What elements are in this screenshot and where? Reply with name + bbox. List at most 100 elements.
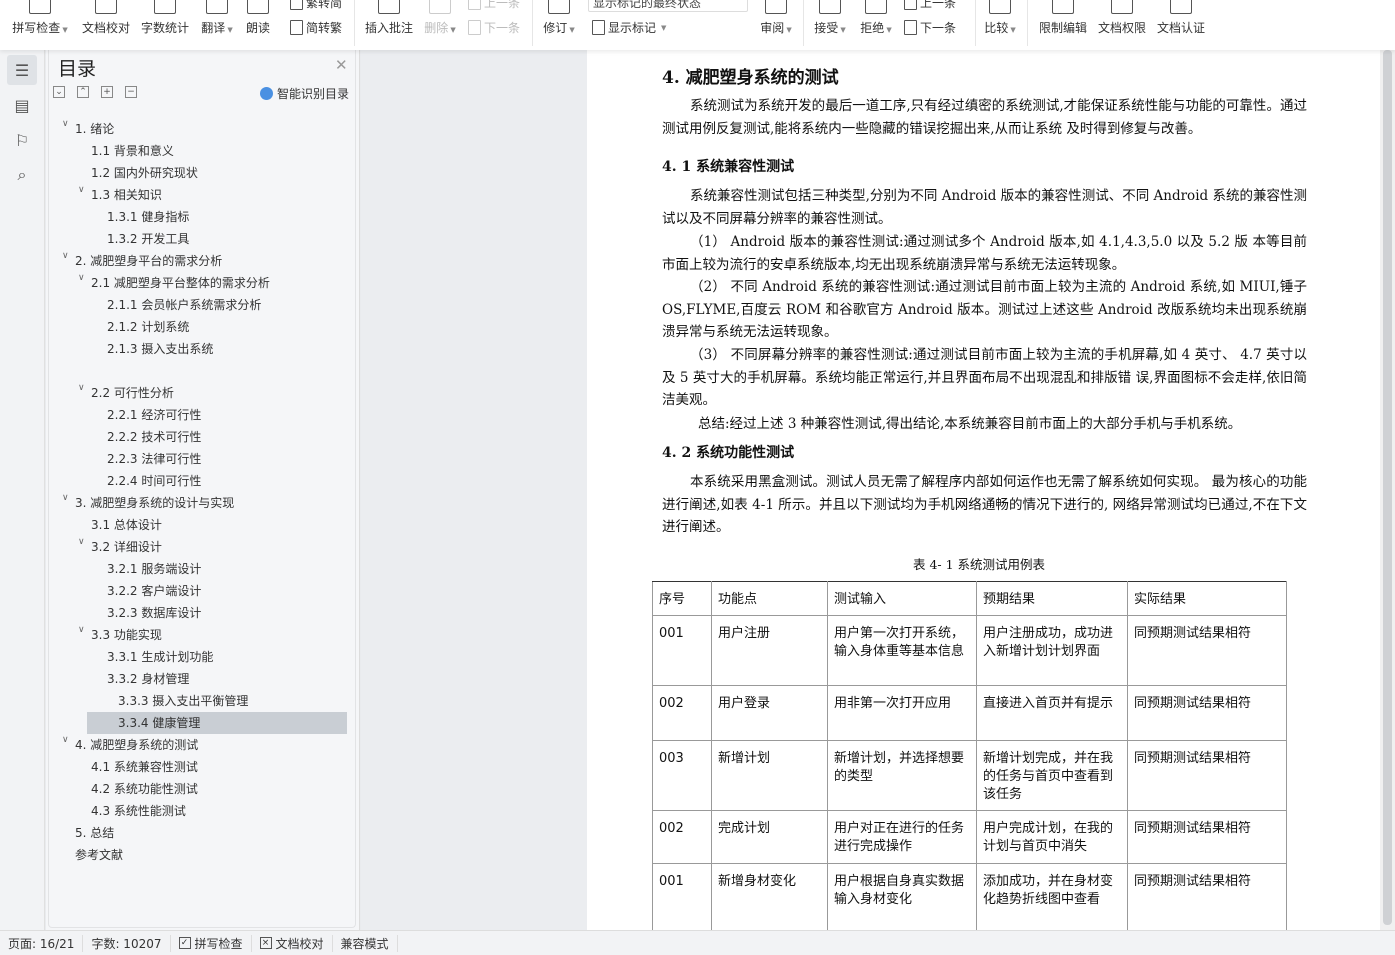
chevron-down-icon[interactable]: ∨ — [62, 251, 72, 261]
reject-button[interactable]: 拒绝▼ — [858, 0, 894, 50]
toc-item[interactable]: 2.2.2 技术可行性 — [107, 426, 201, 448]
revise-button[interactable]: 修订▼ — [540, 0, 578, 50]
table-cell: 新增计划，并选择想要的类型 — [828, 741, 977, 811]
table-cell: 测试输入 — [828, 582, 977, 616]
toc-item[interactable]: 4.3 系统性能测试 — [91, 800, 186, 822]
word-count-button[interactable]: 字数统计 — [140, 0, 190, 50]
table-row: 001用户注册用户第一次打开系统，输入身体重等基本信息用户注册成功，成功进入新增… — [653, 616, 1287, 686]
trad-to-simp-button[interactable]: 繁转简 — [290, 0, 342, 11]
delete-comment-button[interactable]: 删除▼ — [422, 0, 458, 50]
table-cell: 预期结果 — [977, 582, 1128, 616]
toc-item[interactable]: 2.2.3 法律可行性 — [107, 448, 201, 470]
toc-item[interactable]: 1. 绪论 — [75, 118, 114, 140]
read-aloud-icon — [247, 0, 269, 14]
chevron-down-icon[interactable]: ∨ — [78, 185, 88, 195]
toc-item-label: 1.3.2 开发工具 — [107, 232, 189, 246]
toc-item[interactable]: 4.2 系统功能性测试 — [91, 778, 198, 800]
toc-item[interactable]: 1.1 背景和意义 — [91, 140, 174, 162]
toc-item[interactable]: 1.3.1 健身指标 — [107, 206, 189, 228]
search-icon[interactable]: ⌕ — [7, 160, 37, 190]
chapter-icon[interactable]: ▤ — [7, 90, 37, 120]
chevron-up-icon[interactable]: ⌃ — [77, 86, 89, 98]
toc-item[interactable]: 1.2 国内外研究现状 — [91, 162, 198, 184]
prev-comment-button[interactable]: 上一条 — [468, 0, 520, 11]
document-page: 4. 减肥塑身系统的测试 系统测试为系统开发的最后一道工序,只有经过缜密的系统测… — [587, 50, 1380, 930]
toc-item[interactable]: 3. 减肥塑身系统的设计与实现 — [75, 492, 234, 514]
simp-to-trad-button[interactable]: 简转繁 — [290, 19, 342, 36]
toc-item[interactable]: 2.2 可行性分析 — [91, 382, 174, 404]
toc-item[interactable]: 参考文献 — [75, 844, 123, 866]
toc-item[interactable]: 1.3 相关知识 — [91, 184, 162, 206]
toc-item[interactable]: 5. 总结 — [75, 822, 114, 844]
table-cell: 新增计划 — [712, 741, 828, 811]
smart-toc-button[interactable]: 智能识别目录 — [260, 85, 349, 102]
chevron-down-icon[interactable]: ∨ — [78, 537, 88, 547]
restrict-edit-button[interactable]: 限制编辑 — [1037, 0, 1089, 50]
page-indicator[interactable]: 页面: 16/21 — [0, 935, 83, 952]
prev-revision-button[interactable]: 上一条 — [904, 0, 956, 11]
chevron-down-icon[interactable]: ⌄ — [53, 86, 65, 98]
read-aloud-button[interactable]: 朗读 — [243, 0, 273, 50]
nav-rail: ☰ ▤ ⚐ ⌕ — [0, 50, 45, 930]
chevron-down-icon[interactable]: ∨ — [62, 119, 72, 129]
show-markup-button[interactable]: 显示标记▼ — [592, 19, 666, 36]
scrollbar-thumb[interactable] — [1383, 50, 1392, 925]
bookmark-icon[interactable]: ⚐ — [7, 125, 37, 155]
toc-item[interactable]: 3.2.2 客户端设计 — [107, 580, 201, 602]
chevron-down-icon[interactable]: ∨ — [78, 625, 88, 635]
expand-icon[interactable]: + — [101, 86, 113, 98]
toc-item-label: 3. 减肥塑身系统的设计与实现 — [75, 496, 234, 510]
toc-item[interactable]: 3.3.3 摄入支出平衡管理 — [118, 690, 248, 712]
toc-item[interactable]: 3.3.2 身材管理 — [107, 668, 189, 690]
compare-button[interactable]: 比较▼ — [982, 0, 1018, 50]
toc-item[interactable]: 3.3.4 健康管理 — [87, 712, 347, 734]
toc-item[interactable]: 3.2.3 数据库设计 — [107, 602, 201, 624]
toc-item[interactable]: 3.1 总体设计 — [91, 514, 162, 536]
toc-item-label: 3.3.4 健康管理 — [87, 716, 200, 730]
next-revision-button[interactable]: 下一条 — [904, 19, 956, 36]
toc-item[interactable]: 2.1.2 计划系统 — [107, 316, 189, 338]
toc-item[interactable]: 2.2.1 经济可行性 — [107, 404, 201, 426]
doc-cert-button[interactable]: 文档认证 — [1155, 0, 1207, 50]
toc-item[interactable]: 4. 减肥塑身系统的测试 — [75, 734, 198, 756]
toc-item[interactable]: 3.2 详细设计 — [91, 536, 162, 558]
toc-item[interactable]: 1.3.2 开发工具 — [107, 228, 189, 250]
toc-item-label: 3.2.2 客户端设计 — [107, 584, 201, 598]
toc-item[interactable]: 3.3 功能实现 — [91, 624, 162, 646]
next-comment-button[interactable]: 下一条 — [468, 19, 520, 36]
word-count[interactable]: 字数: 10207 — [83, 935, 170, 952]
toc-item[interactable]: 3.3.1 生成计划功能 — [107, 646, 213, 668]
spell-check-button[interactable]: 拼写检查▼ — [10, 0, 70, 50]
toc-item[interactable]: 2.1.3 摄入支出系统 — [107, 338, 213, 360]
translate-button[interactable]: 翻译▼ — [198, 0, 236, 50]
insert-comment-button[interactable]: 插入批注 — [364, 0, 414, 50]
toc-item[interactable]: 2.2.4 时间可行性 — [107, 470, 201, 492]
reject-icon — [865, 0, 887, 14]
status-spell-check[interactable]: ✓拼写检查 — [171, 935, 252, 952]
markup-mode-select[interactable]: 显示标记的最终状态 — [588, 0, 748, 12]
toc-item-label: 1.3 相关知识 — [91, 188, 162, 202]
toc-item[interactable]: 2.1.1 会员帐户系统需求分析 — [107, 294, 261, 316]
toc-item[interactable]: 2.1 减肥塑身平台整体的需求分析 — [91, 272, 270, 294]
collapse-icon[interactable]: − — [125, 86, 137, 98]
status-doc-proof[interactable]: ×文档校对 — [252, 935, 333, 952]
chevron-down-icon[interactable]: ∨ — [62, 735, 72, 745]
toc-item-label: 1.3.1 健身指标 — [107, 210, 189, 224]
chevron-down-icon[interactable]: ∨ — [78, 383, 88, 393]
chevron-down-icon[interactable]: ∨ — [78, 273, 88, 283]
compat-mode: 兼容模式 — [333, 935, 398, 952]
review-button[interactable]: 审阅▼ — [758, 0, 794, 50]
doc-proof-button[interactable]: 文档校对 — [80, 0, 132, 50]
toc-item[interactable]: 4.1 系统兼容性测试 — [91, 756, 198, 778]
vertical-scrollbar[interactable] — [1380, 50, 1395, 930]
toc-item[interactable]: 3.2.1 服务端设计 — [107, 558, 201, 580]
doc-permission-button[interactable]: 文档权限 — [1096, 0, 1148, 50]
close-icon[interactable]: ✕ — [335, 56, 348, 74]
toc-icon[interactable]: ☰ — [7, 55, 37, 85]
toc-item-label: 3.3.2 身材管理 — [107, 672, 189, 686]
toc-item[interactable]: 2. 减肥塑身平台的需求分析 — [75, 250, 222, 272]
accept-button[interactable]: 接受▼ — [812, 0, 848, 50]
table-cell: 功能点 — [712, 582, 828, 616]
chevron-down-icon[interactable]: ∨ — [62, 493, 72, 503]
review-icon — [765, 0, 787, 14]
